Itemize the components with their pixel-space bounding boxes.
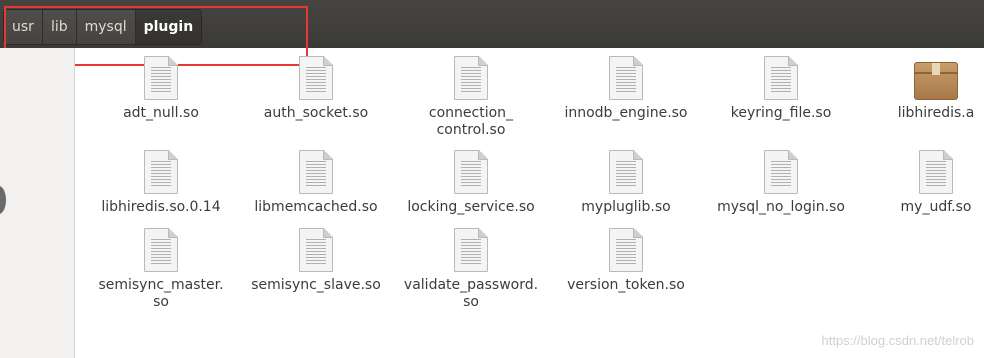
file-label: semisync_master. so [98,277,224,310]
file-item[interactable]: locking_service.so [391,148,551,216]
breadcrumb-usr[interactable]: usr [4,10,43,44]
watermark: https://blog.csdn.net/telrob [821,333,974,348]
breadcrumb-lib[interactable]: lib [42,10,77,44]
file-icon [454,228,488,272]
file-item[interactable]: innodb_engine.so [546,54,706,122]
file-item[interactable]: adt_null.so [81,54,241,122]
file-icon [609,228,643,272]
file-label: keyring_file.so [730,105,832,121]
file-item[interactable]: my_udf.so [856,148,984,216]
file-item[interactable]: version_token.so [546,226,706,294]
file-icon [144,150,178,194]
file-item[interactable]: libhiredis.a [856,54,984,122]
breadcrumb-plugin[interactable]: plugin [135,10,202,44]
file-label: mypluglib.so [581,199,671,215]
file-label: my_udf.so [900,199,972,215]
package-icon [914,62,958,100]
file-icon [299,150,333,194]
file-icon [764,150,798,194]
file-item[interactable]: semisync_slave.so [236,226,396,294]
file-icon [919,150,953,194]
file-label: connection_ control.so [428,105,514,138]
file-item[interactable]: auth_socket.so [236,54,396,122]
file-label: locking_service.so [407,199,535,215]
file-item[interactable]: mypluglib.so [546,148,706,216]
file-icon [454,56,488,100]
file-icon [144,228,178,272]
file-icon [299,228,333,272]
file-item[interactable]: libhiredis.so.0.14 [81,148,241,216]
file-label: validate_password. so [403,277,539,310]
file-icon [609,56,643,100]
file-item[interactable]: connection_ control.so [391,54,551,139]
file-label: libhiredis.so.0.14 [101,199,221,215]
file-label: adt_null.so [123,105,199,121]
file-icon [609,150,643,194]
sidebar-handle[interactable] [0,186,6,214]
breadcrumb: usr lib mysql plugin [3,9,203,45]
file-label: semisync_slave.so [251,277,381,293]
file-item[interactable]: mysql_no_login.so [701,148,861,216]
file-item[interactable]: semisync_master. so [81,226,241,311]
breadcrumb-mysql[interactable]: mysql [76,10,136,44]
file-label: mysql_no_login.so [717,199,845,215]
header-toolbar: usr lib mysql plugin [0,0,984,48]
file-label: auth_socket.so [263,105,369,121]
file-item[interactable]: libmemcached.so [236,148,396,216]
file-icon [764,56,798,100]
file-label: libhiredis.a [897,105,975,121]
file-icon [144,56,178,100]
file-icon [454,150,488,194]
file-icon [299,56,333,100]
file-item[interactable]: keyring_file.so [701,54,861,122]
file-grid: adt_null.so auth_socket.so connection_ c… [78,52,984,358]
file-label: version_token.so [567,277,685,293]
file-label: libmemcached.so [254,199,378,215]
file-label: innodb_engine.so [564,105,688,121]
file-item[interactable]: validate_password. so [391,226,551,311]
sidebar [0,48,75,358]
